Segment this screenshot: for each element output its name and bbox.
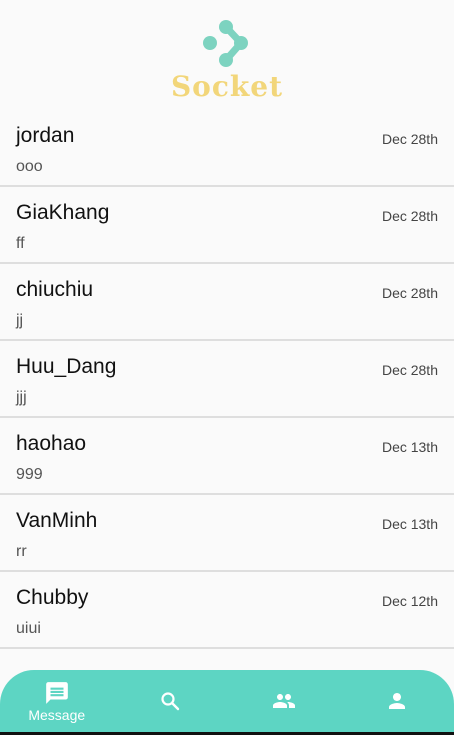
contact-name: haohao	[16, 432, 87, 455]
message-date: Dec 28th	[381, 362, 438, 378]
message-date: Dec 12th	[381, 593, 438, 609]
contact-name: GiaKhang	[16, 201, 110, 224]
last-message: jj	[16, 312, 24, 329]
contact-name: Huu_Dang	[16, 355, 117, 378]
contact-name: Chubby	[16, 586, 89, 609]
message-date: Dec 28th	[381, 285, 438, 301]
contact-name: jordan	[16, 124, 75, 147]
nav-profile[interactable]	[341, 670, 454, 732]
message-date: Dec 28th	[381, 131, 438, 147]
contact-name: VanMinh	[16, 509, 98, 532]
conversation-item[interactable]: haohao 999 Dec 13th	[0, 418, 454, 495]
nav-search[interactable]	[114, 670, 228, 732]
conversation-list: jordan ooo Dec 28th GiaKhang ff Dec 28th chiuc…	[0, 110, 454, 649]
message-date: Dec 13th	[381, 516, 438, 532]
message-icon	[45, 681, 68, 704]
conversation-item[interactable]: chiuchiu jj Dec 28th	[0, 264, 454, 341]
last-message: jjj	[16, 389, 27, 406]
last-message: uiui	[16, 620, 41, 637]
conversation-item[interactable]: Huu_Dangjjj Dec 28th	[0, 341, 454, 418]
message-date: Dec 13th	[381, 439, 438, 455]
conversation-item[interactable]: jordan ooo Dec 28th	[0, 110, 454, 187]
last-message: ooo	[16, 158, 43, 175]
contact-name: chiuchiu	[16, 278, 94, 301]
nav-message-label: Message	[28, 706, 86, 723]
people-icon	[272, 694, 295, 708]
last-message: rr	[16, 543, 27, 560]
bottom-navigation: Message	[0, 670, 454, 732]
nav-friends[interactable]	[227, 670, 341, 732]
conversation-item[interactable]: GiaKhang ff Dec 28th	[0, 187, 454, 264]
person-icon	[389, 693, 406, 709]
last-message: 999	[16, 466, 43, 483]
nav-message[interactable]: Message	[0, 670, 114, 732]
conversation-item[interactable]: Chubby uiui Dec 12th	[0, 572, 454, 649]
last-message: ff	[16, 235, 25, 252]
conversation-item[interactable]: VanMinh rr Dec 13th	[0, 495, 454, 572]
socket-logo-icon	[203, 20, 248, 67]
message-date: Dec 28th	[381, 208, 438, 224]
brand-title: Socket	[170, 70, 284, 103]
search-icon	[161, 692, 180, 711]
header: Socket	[0, 0, 454, 110]
